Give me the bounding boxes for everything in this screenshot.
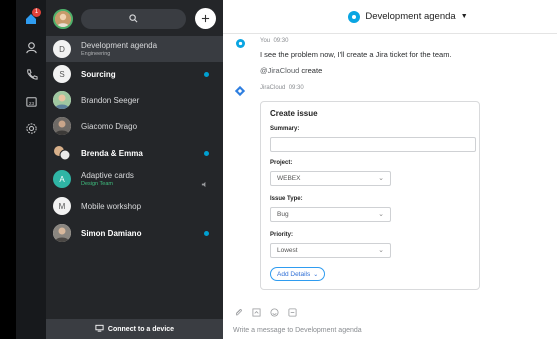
chevron-down-icon: ⌄ <box>313 271 319 278</box>
my-avatar[interactable] <box>53 9 73 29</box>
space-item-mobile-workshop[interactable]: M Mobile workshop <box>46 193 223 219</box>
gif-icon[interactable] <box>287 307 297 317</box>
project-label: Project: <box>270 160 293 166</box>
notification-badge: 1 <box>32 8 41 17</box>
mute-icon <box>201 175 208 193</box>
message-command: @JiraCloud create <box>260 66 322 75</box>
avatar <box>53 224 71 242</box>
app-window: 1 23 D Development agenda Engineering S … <box>16 0 557 339</box>
svg-text:23: 23 <box>28 100 34 105</box>
space-avatar: M <box>53 197 71 215</box>
connect-device-button[interactable]: Connect to a device <box>46 319 223 339</box>
emoji-icon[interactable] <box>269 307 279 317</box>
issue-type-label: Issue Type: <box>270 196 303 202</box>
message-meta: JiraCloud 09:30 <box>260 85 304 91</box>
card-title: Create issue <box>270 109 318 118</box>
calls-icon[interactable] <box>22 65 40 83</box>
avatar <box>53 91 71 109</box>
search-icon <box>129 10 138 28</box>
issue-type-value: Bug <box>277 211 289 218</box>
space-title: Brandon Seeger <box>81 96 140 105</box>
group-avatar <box>53 144 71 162</box>
space-title: Sourcing <box>81 70 116 79</box>
sidebar-top-bar <box>46 0 223 38</box>
space-item-brandon-seeger[interactable]: Brandon Seeger <box>46 87 223 113</box>
unread-indicator <box>204 151 209 156</box>
calendar-icon[interactable]: 23 <box>22 92 40 110</box>
space-avatar: D <box>53 40 71 58</box>
space-icon <box>348 10 361 23</box>
jira-icon <box>234 85 246 97</box>
chevron-down-icon: ⌄ <box>378 175 384 182</box>
command-word: create <box>301 66 323 75</box>
unread-indicator <box>204 72 209 77</box>
message-text: I see the problem now, I'll create a Jir… <box>260 50 452 59</box>
page-title: Development agenda <box>365 11 456 22</box>
settings-icon[interactable] <box>22 119 40 137</box>
space-title: Brenda & Emma <box>81 149 143 158</box>
create-issue-card: Create issue Summary: Project: WEBEX ⌄ I… <box>260 101 480 290</box>
space-item-sourcing[interactable]: S Sourcing <box>46 61 223 87</box>
add-details-button[interactable]: Add Details ⌄ <box>270 267 326 281</box>
search-input[interactable] <box>81 9 186 29</box>
chat-bubble-icon <box>236 39 245 48</box>
bot-mention[interactable]: @JiraCloud <box>260 66 299 75</box>
space-avatar: A <box>53 170 71 188</box>
space-subtitle: Design Team <box>81 181 113 187</box>
issue-type-select[interactable]: Bug ⌄ <box>270 207 391 222</box>
space-avatar: S <box>53 65 71 83</box>
space-title: Development agenda <box>81 41 158 50</box>
message-time: 09:30 <box>288 85 304 91</box>
attach-icon[interactable] <box>233 307 243 317</box>
screenshot-icon[interactable] <box>251 307 261 317</box>
space-item-simon-damiano[interactable]: Simon Damiano <box>46 220 223 246</box>
conversation-pane: Development agenda ▼ You 09:30 I see the… <box>223 0 557 339</box>
space-header: Development agenda ▼ <box>223 0 557 34</box>
chevron-down-icon: ⌄ <box>378 211 384 218</box>
contacts-icon[interactable] <box>22 38 40 56</box>
spaces-sidebar: D Development agenda Engineering S Sourc… <box>46 0 223 339</box>
space-item-brenda-emma[interactable]: Brenda & Emma <box>46 140 223 166</box>
composer-toolbar <box>233 307 297 317</box>
message-meta: You 09:30 <box>260 38 288 44</box>
message-input[interactable]: Write a message to Development agenda <box>233 327 362 334</box>
unread-indicator <box>204 231 209 236</box>
project-value: WEBEX <box>277 175 301 182</box>
summary-label: Summary: <box>270 126 300 132</box>
space-title: Adaptive cards <box>81 171 134 180</box>
summary-input[interactable] <box>270 137 476 152</box>
space-title: Simon Damiano <box>81 229 142 238</box>
chevron-down-icon: ▼ <box>460 13 468 20</box>
priority-value: Lowest <box>277 247 298 254</box>
space-title: Giacomo Drago <box>81 122 138 131</box>
space-title: Mobile workshop <box>81 202 142 211</box>
priority-label: Priority: <box>270 232 294 238</box>
nav-rail: 1 23 <box>16 0 46 339</box>
message-time: 09:30 <box>273 38 289 44</box>
chevron-down-icon: ⌄ <box>378 247 384 254</box>
new-space-button[interactable] <box>195 8 216 29</box>
space-item-giacomo-drago[interactable]: Giacomo Drago <box>46 113 223 139</box>
space-title-dropdown[interactable]: Development agenda ▼ <box>348 10 468 23</box>
priority-select[interactable]: Lowest ⌄ <box>270 243 391 258</box>
space-item-development-agenda[interactable]: D Development agenda Engineering <box>46 36 223 62</box>
space-item-adaptive-cards[interactable]: A Adaptive cards Design Team <box>46 166 223 192</box>
device-icon <box>95 324 104 334</box>
add-details-label: Add Details <box>277 270 311 278</box>
message-author: JiraCloud <box>260 85 286 91</box>
space-subtitle: Engineering <box>81 51 111 57</box>
avatar <box>53 117 71 135</box>
message-author: You <box>260 38 271 44</box>
plus-icon <box>201 10 210 28</box>
connect-device-label: Connect to a device <box>107 325 175 333</box>
project-select[interactable]: WEBEX ⌄ <box>270 171 391 186</box>
